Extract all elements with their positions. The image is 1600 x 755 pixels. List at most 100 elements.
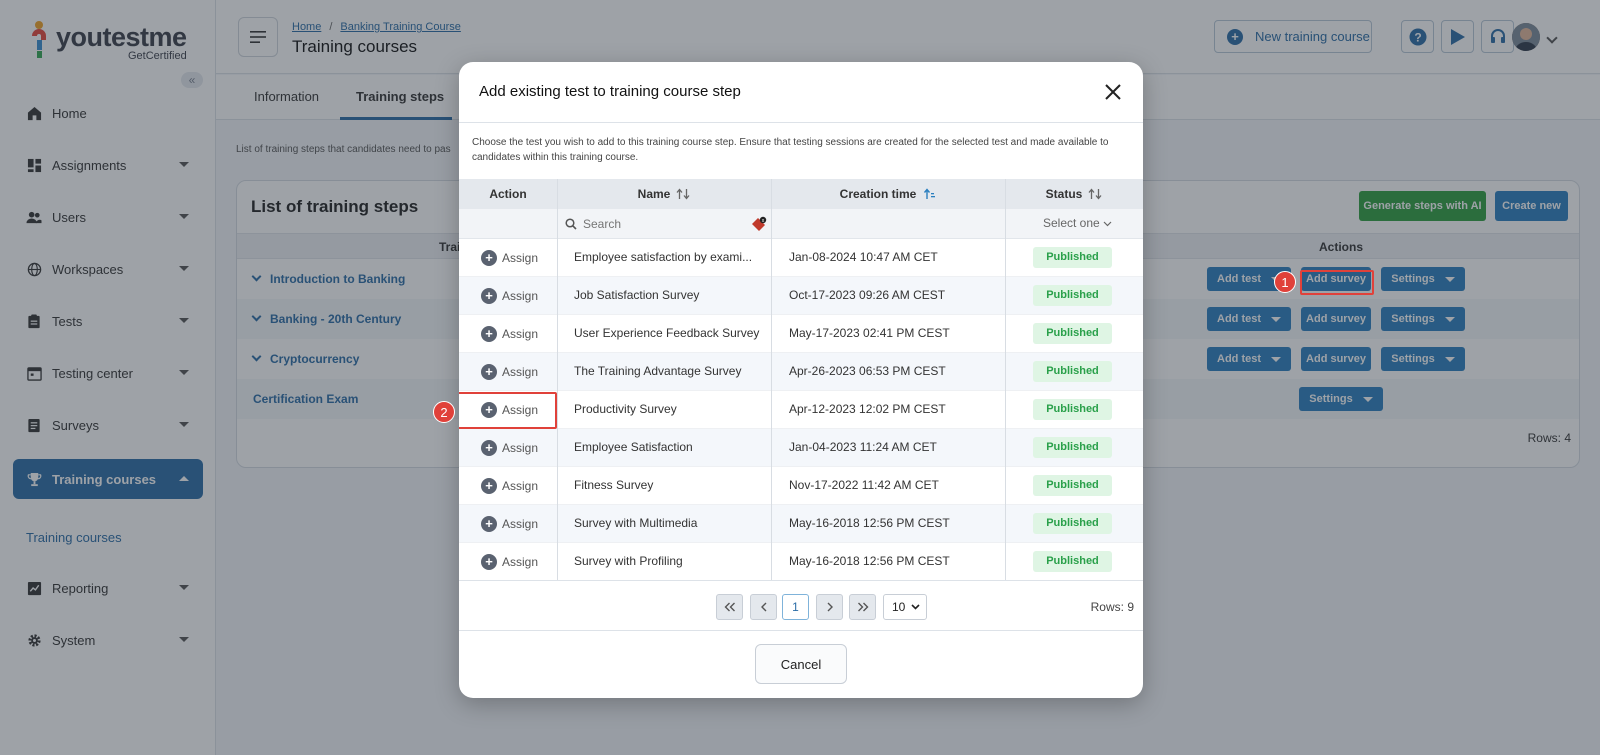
sort-ascending-icon[interactable] [922,188,936,200]
test-name: User Experience Feedback Survey [574,326,760,340]
column-header-creation-time[interactable]: Creation time [771,179,1005,209]
sort-icon[interactable] [676,188,690,200]
table-row: + Assign Survey with Multimedia May-16-20… [459,505,1143,543]
assign-label: Assign [502,289,539,303]
test-name: Productivity Survey [574,402,677,416]
column-header-status[interactable]: Status [1005,179,1143,209]
column-header-label: Creation time [839,187,917,201]
assign-label: Assign [502,517,539,531]
column-header-action: Action [459,179,557,209]
assign-button[interactable]: + Assign [481,250,538,266]
add-test-modal: Add existing test to training course ste… [459,62,1143,698]
assign-button[interactable]: + Assign [481,440,538,456]
rows-count: Rows: 9 [1090,600,1134,614]
assign-label: Assign [502,441,539,455]
callout-badge-2: 2 [433,401,455,423]
table-row: + Assign Survey with Profiling May-16-201… [459,543,1143,581]
test-name: Employee Satisfaction [574,440,693,454]
assign-button[interactable]: + Assign [481,554,538,570]
plus-icon: + [481,440,497,456]
status-badge: Published [1033,437,1112,458]
modal-description: Choose the test you wish to add to this … [472,137,1109,163]
table-row: + Assign The Training Advantage Survey Ap… [459,353,1143,391]
search-input[interactable] [583,217,733,231]
chevron-down-icon [1103,221,1112,227]
status-badge: Published [1033,475,1112,496]
assign-button[interactable]: + Assign [481,478,538,494]
chevron-down-icon [911,604,920,610]
double-chevron-right-icon [857,602,868,612]
clear-filter-icon[interactable]: x [751,216,767,232]
status-badge: Published [1033,285,1112,306]
column-header-label: Action [489,187,527,201]
chevron-left-icon [760,602,766,612]
plus-icon: + [481,326,497,342]
column-divider [1005,179,1006,581]
divider [459,630,1143,631]
column-divider [771,179,772,581]
name-search[interactable] [565,215,765,233]
chevron-right-icon [827,602,833,612]
creation-time: Apr-12-2023 12:02 PM CEST [789,402,946,416]
table-row: + Assign Fitness Survey Nov-17-2022 11:42… [459,467,1143,505]
assign-button[interactable]: + Assign [481,288,538,304]
page-number-button[interactable]: 1 [782,594,809,620]
table-row: + Assign Job Satisfaction Survey Oct-17-2… [459,277,1143,315]
test-name: Survey with Profiling [574,554,683,568]
next-page-button[interactable] [816,594,843,620]
column-header-label: Status [1045,187,1083,201]
sort-icon[interactable] [1088,188,1102,200]
assign-label: Assign [502,327,539,341]
status-filter-label: Select one [1043,216,1100,230]
first-page-button[interactable] [716,594,743,620]
page-size-value: 10 [892,600,906,614]
creation-time: May-16-2018 12:56 PM CEST [789,516,950,530]
test-name: Survey with Multimedia [574,516,698,530]
creation-time: Nov-17-2022 11:42 AM CET [789,478,939,492]
cancel-button[interactable]: Cancel [755,644,847,684]
divider [459,580,1143,581]
assign-label: Assign [502,251,539,265]
creation-time: Oct-17-2023 09:26 AM CEST [789,288,946,302]
creation-time: Jan-08-2024 10:47 AM CET [789,250,938,264]
modal-title: Add existing test to training course ste… [479,83,741,100]
status-badge: Published [1033,323,1112,344]
page-size-select[interactable]: 10 [883,594,927,620]
creation-time: Apr-26-2023 06:53 PM CEST [789,364,946,378]
column-header-label: Name [637,187,671,201]
assign-label: Assign [502,479,539,493]
plus-icon: + [481,288,497,304]
status-badge: Published [1033,399,1112,420]
last-page-button[interactable] [849,594,876,620]
creation-time: May-16-2018 12:56 PM CEST [789,554,950,568]
plus-icon: + [481,364,497,380]
assign-button[interactable]: + Assign [481,364,538,380]
test-name: Fitness Survey [574,478,654,492]
table-row: + Assign User Experience Feedback Survey … [459,315,1143,353]
close-icon[interactable] [1103,82,1123,102]
status-badge: Published [1033,513,1112,534]
column-divider [557,179,558,581]
double-chevron-left-icon [724,602,735,612]
previous-page-button[interactable] [750,594,777,620]
plus-icon: + [481,478,497,494]
table-row: + Assign Productivity Survey Apr-12-2023 … [459,391,1143,429]
column-header-name[interactable]: Name [557,179,771,209]
search-icon [565,218,577,230]
plus-icon: + [481,554,497,570]
creation-time: May-17-2023 02:41 PM CEST [789,326,950,340]
assign-button[interactable]: + Assign [481,326,538,342]
assign-label: Assign [502,555,539,569]
divider [459,122,1143,123]
assign-highlight [459,392,557,429]
assign-button[interactable]: + Assign [481,516,538,532]
add-survey-highlight [1300,270,1374,295]
test-name: Job Satisfaction Survey [574,288,700,302]
table-header: Action Name Creation time Status [459,179,1143,209]
test-name: Employee satisfaction by exami... [574,250,753,264]
plus-icon: + [481,250,497,266]
table-row: + Assign Employee Satisfaction Jan-04-202… [459,429,1143,467]
status-badge: Published [1033,247,1112,268]
status-filter-select[interactable]: Select one [1043,216,1112,230]
creation-time: Jan-04-2023 11:24 AM CET [789,440,937,454]
